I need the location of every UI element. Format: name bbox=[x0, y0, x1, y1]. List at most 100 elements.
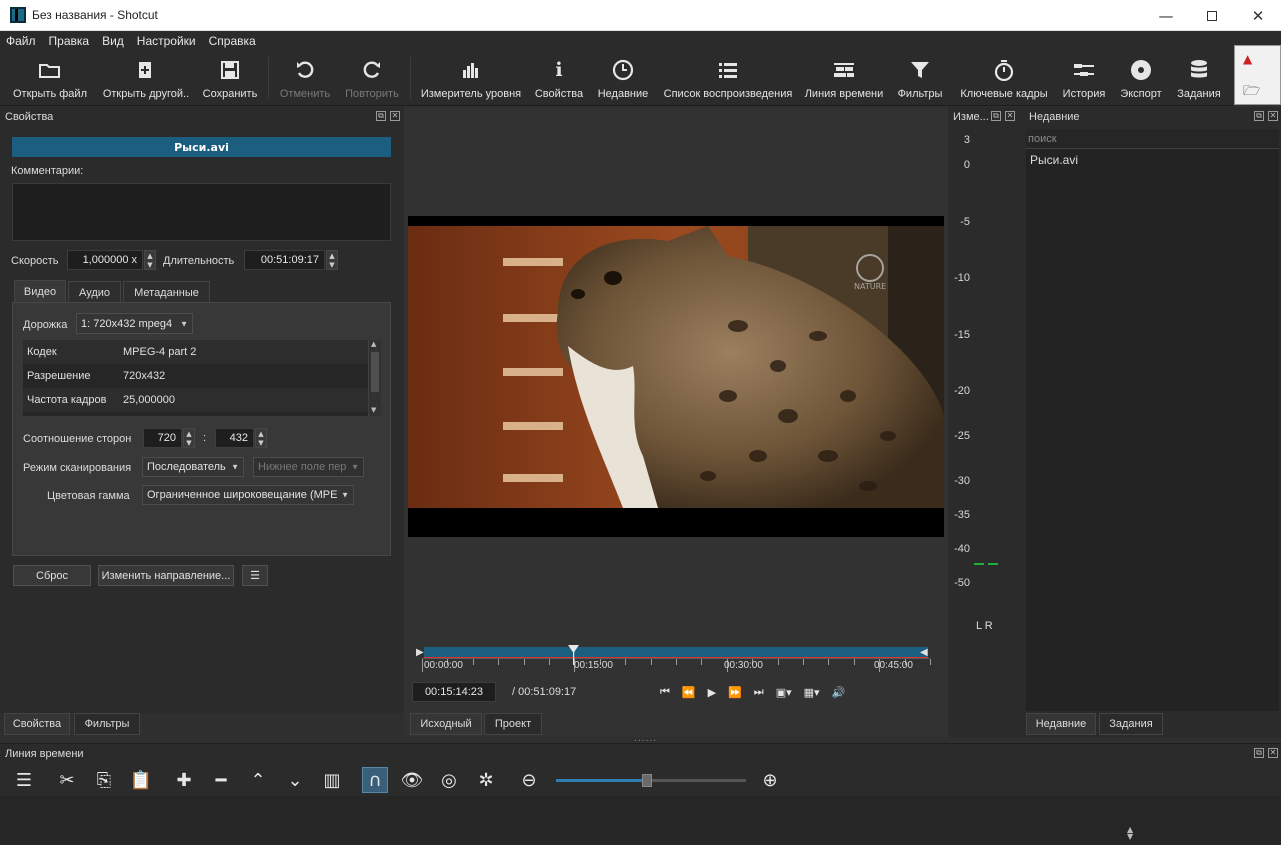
scroll-up-icon[interactable]: ▲ bbox=[371, 340, 376, 348]
save-button[interactable]: Сохранить bbox=[198, 51, 262, 106]
duration-stepper[interactable]: ▲ ▼ bbox=[326, 250, 338, 270]
tab-jobs[interactable]: Задания bbox=[1099, 713, 1163, 735]
float-icon[interactable]: ⧉ bbox=[1254, 111, 1264, 121]
tab-source[interactable]: Исходный bbox=[410, 713, 482, 735]
timeline-menu-icon[interactable]: ☰ bbox=[11, 767, 37, 793]
export-button[interactable]: Экспорт bbox=[1114, 51, 1168, 106]
timeline-button[interactable]: Линия времени bbox=[802, 51, 886, 106]
scrub-track[interactable] bbox=[424, 647, 928, 658]
redo-button[interactable]: Повторить bbox=[340, 51, 404, 106]
zoom-in-icon[interactable]: ⊕ bbox=[757, 767, 783, 793]
playlist-button[interactable]: Список воспроизведения bbox=[658, 51, 798, 106]
menu-settings[interactable]: Настройки bbox=[137, 34, 196, 48]
close-button[interactable]: ✕ bbox=[1235, 0, 1281, 31]
reverse-button[interactable]: Изменить направление... bbox=[98, 565, 234, 586]
recent-search-input[interactable]: поиск bbox=[1026, 129, 1279, 149]
scan-mode-select[interactable]: Последователь ▼ bbox=[142, 457, 244, 477]
ripple-target-icon[interactable]: ◎ bbox=[436, 767, 462, 793]
out-point-icon[interactable]: ◀ bbox=[920, 647, 928, 658]
zoom-fit-icon[interactable]: ▣▾ bbox=[776, 686, 792, 699]
tab-properties[interactable]: Свойства bbox=[4, 713, 70, 735]
aspect-width-stepper[interactable]: ▲ ▼ bbox=[183, 428, 195, 448]
tab-project[interactable]: Проект bbox=[484, 713, 542, 735]
aspect-height-field[interactable]: 432 bbox=[215, 428, 254, 448]
timeline-scroll-stepper[interactable]: ▲ ▼ bbox=[1127, 826, 1133, 841]
paste-icon[interactable]: 📋 bbox=[128, 767, 154, 793]
menu-view[interactable]: Вид bbox=[102, 34, 124, 48]
list-item[interactable]: Рыси.avi bbox=[1030, 153, 1078, 167]
track-select[interactable]: 1: 720x432 mpeg4 ▼ bbox=[76, 313, 193, 334]
aspect-height-stepper[interactable]: ▲ ▼ bbox=[255, 428, 267, 448]
speed-field[interactable]: 1,000000 x bbox=[67, 250, 143, 270]
speed-stepper[interactable]: ▲ ▼ bbox=[144, 250, 156, 270]
comments-textarea[interactable] bbox=[12, 183, 391, 241]
play-icon[interactable]: ▶ bbox=[708, 686, 716, 699]
menu-help[interactable]: Справка bbox=[209, 34, 256, 48]
menu-edit[interactable]: Правка bbox=[49, 34, 90, 48]
skip-previous-icon[interactable]: ⏮ bbox=[660, 685, 670, 699]
color-range-select[interactable]: Ограниченное широковещание (MPE ▼ bbox=[142, 485, 354, 505]
zoom-slider[interactable] bbox=[556, 774, 746, 787]
field-order-select[interactable]: Нижнее поле пер ▼ bbox=[253, 457, 364, 477]
tab-metadata[interactable]: Метаданные bbox=[123, 281, 210, 303]
overwrite-icon[interactable]: ⌄ bbox=[282, 767, 308, 793]
in-point-icon[interactable]: ▶ bbox=[416, 647, 424, 658]
fast-forward-icon[interactable]: ⏩ bbox=[728, 686, 742, 699]
zoom-out-icon[interactable]: ⊖ bbox=[516, 767, 542, 793]
info-scrollbar[interactable]: ▲ ▼ bbox=[368, 340, 381, 416]
float-icon[interactable]: ⧉ bbox=[991, 111, 1001, 121]
timeline-tracks-area[interactable]: ▲ ▼ bbox=[0, 796, 1281, 845]
open-file-button[interactable]: Открыть файл bbox=[8, 51, 92, 106]
tab-video[interactable]: Видео bbox=[14, 280, 66, 302]
ripple-all-icon[interactable]: ✲ bbox=[473, 767, 499, 793]
properties-button[interactable]: i Свойства bbox=[530, 51, 588, 106]
scrub-bar[interactable]: ▶ ◀ 00:00:00 00:15:00 00:30:00 00:45:00 bbox=[416, 645, 936, 675]
chevron-up-icon: ▲ bbox=[258, 429, 264, 438]
scrub-eye-icon[interactable]: 👁 bbox=[399, 767, 425, 793]
tab-recent[interactable]: Недавние bbox=[1026, 713, 1096, 735]
menu-file[interactable]: Файл bbox=[6, 34, 36, 48]
playhead[interactable] bbox=[567, 645, 579, 665]
volume-icon[interactable]: 🔊 bbox=[832, 686, 846, 699]
close-icon[interactable]: ✕ bbox=[1268, 748, 1278, 758]
scrollbar-thumb[interactable] bbox=[371, 352, 379, 392]
tab-audio[interactable]: Аудио bbox=[68, 281, 121, 303]
aspect-width-field[interactable]: 720 bbox=[143, 428, 182, 448]
cut-icon[interactable]: ✂ bbox=[54, 767, 80, 793]
close-icon[interactable]: ✕ bbox=[1268, 111, 1278, 121]
timeline-icon bbox=[832, 58, 856, 82]
ruler-tick bbox=[498, 659, 500, 665]
reset-button[interactable]: Сброс bbox=[13, 565, 91, 586]
maximize-button[interactable] bbox=[1189, 0, 1235, 31]
current-time-field[interactable]: 00:15:14:23 bbox=[412, 682, 496, 702]
close-icon[interactable]: ✕ bbox=[1005, 111, 1015, 121]
float-icon[interactable]: ⧉ bbox=[376, 111, 386, 121]
recent-button[interactable]: Недавние bbox=[592, 51, 654, 106]
properties-menu-button[interactable]: ☰ bbox=[242, 565, 268, 586]
skip-next-icon[interactable]: ⏭ bbox=[754, 685, 764, 699]
rewind-icon[interactable]: ⏪ bbox=[682, 686, 696, 699]
duration-field[interactable]: 00:51:09:17 bbox=[244, 250, 325, 270]
tab-filters[interactable]: Фильтры bbox=[74, 713, 140, 735]
chevron-down-icon: ▼ bbox=[180, 319, 188, 328]
scroll-down-icon[interactable]: ▼ bbox=[371, 406, 376, 414]
lift-icon[interactable]: ⌃ bbox=[245, 767, 271, 793]
jobs-button[interactable]: Задания bbox=[1172, 51, 1226, 106]
close-icon[interactable]: ✕ bbox=[390, 111, 400, 121]
minimize-button[interactable]: — bbox=[1143, 0, 1189, 31]
float-icon[interactable]: ⧉ bbox=[1254, 748, 1264, 758]
history-button[interactable]: История bbox=[1058, 51, 1110, 106]
keyframes-button[interactable]: Ключевые кадры bbox=[954, 51, 1054, 106]
grid-icon[interactable]: ▦▾ bbox=[804, 686, 820, 699]
snap-magnet-icon[interactable]: ∩ bbox=[362, 767, 388, 793]
append-icon[interactable]: ✚ bbox=[171, 767, 197, 793]
copy-icon[interactable]: ⎘ bbox=[91, 767, 117, 793]
open-other-button[interactable]: Открыть другой.. bbox=[98, 51, 194, 106]
filters-button[interactable]: Фильтры bbox=[890, 51, 950, 106]
remove-icon[interactable]: ━ bbox=[208, 767, 234, 793]
undo-button[interactable]: Отменить bbox=[274, 51, 336, 106]
audio-meter-button[interactable]: Измеритель уровня bbox=[416, 51, 526, 106]
zoom-slider-handle[interactable] bbox=[642, 774, 653, 787]
split-icon[interactable]: ▥ bbox=[319, 767, 345, 793]
video-preview[interactable]: NATURE bbox=[408, 216, 944, 537]
